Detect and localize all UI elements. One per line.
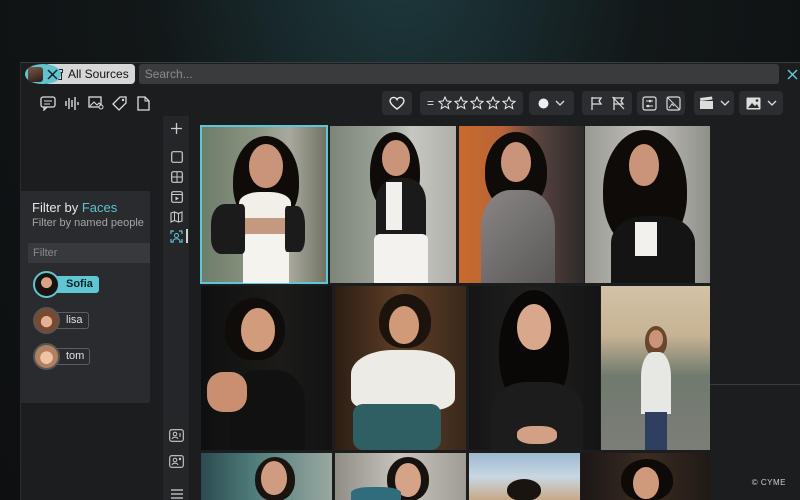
flag-group — [582, 91, 632, 115]
image-search-icon[interactable] — [87, 95, 104, 112]
star-icon[interactable] — [486, 96, 500, 110]
view-rail — [163, 116, 190, 500]
people-filter-input[interactable] — [28, 243, 150, 263]
single-view-icon[interactable] — [169, 149, 184, 164]
search-bar: All Sources — [21, 63, 800, 85]
avatar — [33, 343, 60, 370]
person-chip-lisa[interactable]: lisa — [33, 307, 89, 334]
photo-thumbnail[interactable] — [201, 453, 332, 500]
color-label-dropdown[interactable] — [529, 91, 574, 115]
star-icon[interactable] — [470, 96, 484, 110]
image-type-dropdown[interactable] — [739, 91, 783, 115]
photo-thumbnail[interactable] — [601, 286, 710, 450]
map-icon[interactable] — [169, 209, 184, 224]
photo-thumbnail[interactable] — [459, 126, 584, 283]
grid-view-icon[interactable] — [169, 169, 184, 184]
star-icon[interactable] — [454, 96, 468, 110]
photo-thumbnail[interactable] — [469, 453, 580, 500]
flag-icon[interactable] — [590, 96, 603, 111]
face-add-icon[interactable] — [169, 428, 184, 443]
tag-icon[interactable] — [111, 95, 128, 112]
caption-icon[interactable] — [39, 95, 56, 112]
watermark-credit: © CYME — [751, 478, 786, 487]
chevron-down-icon — [767, 100, 777, 107]
clapperboard-icon — [699, 96, 714, 110]
star-icon[interactable] — [502, 96, 516, 110]
video-view-icon[interactable] — [169, 189, 184, 204]
photo-thumbnail[interactable] — [585, 126, 710, 283]
document-icon[interactable] — [135, 95, 152, 112]
photo-thumbnail[interactable] — [200, 125, 328, 284]
face-filter-panel: Filter by Faces Filter by named people S… — [20, 191, 150, 403]
photo-thumbnail[interactable] — [335, 453, 466, 500]
active-view-indicator — [186, 229, 188, 243]
favorite-button[interactable] — [382, 91, 412, 115]
color-dot-icon — [538, 98, 549, 109]
chevron-down-icon — [555, 100, 565, 107]
face-filter-chip[interactable] — [25, 64, 61, 84]
search-input[interactable] — [138, 64, 779, 84]
photo-thumbnail[interactable] — [335, 286, 466, 450]
person-name: lisa — [57, 312, 89, 329]
no-image-icon[interactable] — [665, 95, 681, 111]
photo-grid — [200, 125, 710, 500]
photo-thumbnail[interactable] — [469, 286, 600, 450]
avatar — [33, 307, 60, 334]
heart-icon — [389, 96, 405, 110]
panel-subtitle: Filter by named people — [32, 217, 144, 229]
photo-thumbnail[interactable] — [330, 126, 456, 283]
panel-title-prefix: Filter by — [32, 200, 82, 215]
add-icon[interactable] — [169, 121, 184, 136]
person-name: Sofia — [57, 276, 99, 293]
clear-search-icon[interactable] — [783, 64, 800, 84]
sliders-icon[interactable] — [641, 95, 657, 111]
face-avatar-icon — [28, 66, 43, 82]
toolbar: = — [21, 89, 800, 117]
audio-waveform-icon[interactable] — [63, 95, 80, 112]
image-icon — [746, 97, 761, 110]
equals-icon: = — [426, 96, 434, 110]
panel-title-accent: Faces — [81, 200, 118, 215]
menu-icon[interactable] — [169, 486, 184, 500]
photo-thumbnail[interactable] — [581, 453, 710, 500]
all-sources-label: All Sources — [68, 67, 129, 81]
remove-chip-icon[interactable] — [47, 68, 58, 80]
adjustments-group — [637, 91, 685, 115]
star-icon[interactable] — [438, 96, 452, 110]
video-type-dropdown[interactable] — [694, 91, 734, 115]
person-name: tom — [57, 348, 91, 365]
person-chip-sofia[interactable]: Sofia — [33, 271, 99, 298]
person-chip-tom[interactable]: tom — [33, 343, 91, 370]
panel-title: Filter by Faces — [32, 200, 117, 215]
unflag-icon[interactable] — [611, 96, 625, 111]
avatar — [33, 271, 60, 298]
chevron-down-icon — [720, 100, 730, 107]
face-scan-icon[interactable] — [169, 454, 184, 469]
rating-filter[interactable]: = — [420, 91, 523, 115]
panel-divider — [710, 384, 800, 385]
face-view-icon[interactable] — [169, 229, 184, 244]
photo-thumbnail[interactable] — [201, 286, 332, 450]
